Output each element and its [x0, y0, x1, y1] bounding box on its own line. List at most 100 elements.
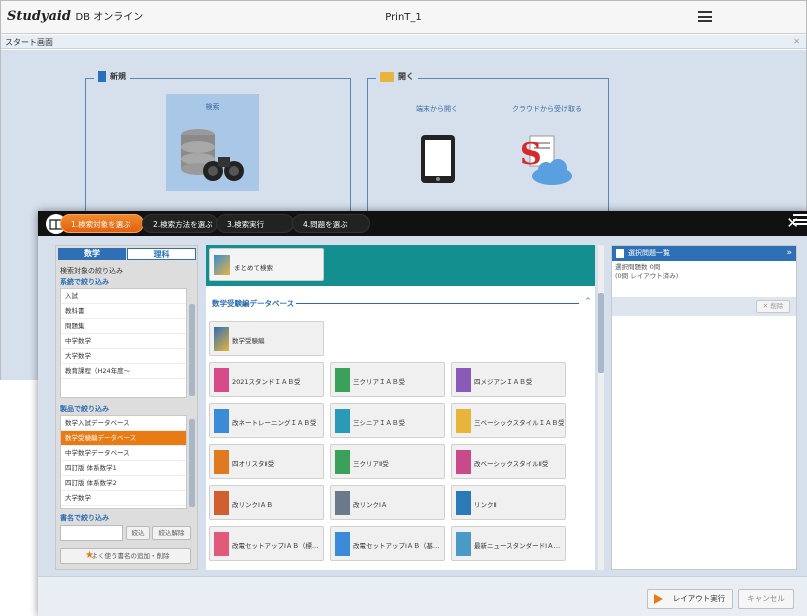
book-item[interactable]: 改リンクⅠＡ [330, 485, 445, 520]
bookmark-button[interactable]: ★ よく使う書名の追加・削除 [60, 548, 191, 564]
step-select-target[interactable]: 1.検索対象を選ぶ [60, 214, 144, 233]
book-cover-icon [335, 532, 350, 556]
tab-science[interactable]: 理科 [127, 248, 196, 260]
book-item[interactable]: 2021スタンドＩＡＢ受 [209, 362, 324, 397]
book-label: 三シニアＩＡＢ受 [353, 419, 405, 427]
book-item[interactable]: 改リンクⅠＡＢ [209, 485, 324, 520]
book-name-input[interactable] [60, 525, 123, 541]
book-item[interactable]: 改ネートレーニングＩＡＢ受 [209, 403, 324, 438]
search-wizard-window: 1.検索対象を選ぶ 2.検索方法を選ぶ 3.検索実行 4.問題を選ぶ ✕ 数学 … [38, 211, 807, 616]
collapse-icon[interactable]: ^ [585, 297, 591, 305]
selected-count: 選択問題数 0問 (0問 レイアウト済み) [615, 263, 679, 280]
book-cover-icon [456, 368, 471, 392]
list-item[interactable]: 中学数学データベース [61, 446, 186, 461]
batch-search-button[interactable]: まとめて検索 [209, 248, 324, 281]
list-item[interactable]: 大学数学 [61, 349, 186, 364]
close-icon[interactable]: ✕ [793, 37, 800, 46]
expand-icon[interactable]: » [786, 246, 792, 261]
start-screen-bar: スタート画面 ✕ [1, 35, 806, 49]
book-scrollbar[interactable] [598, 245, 604, 570]
list-item[interactable]: 大学数学 [61, 491, 186, 506]
book-item[interactable]: リンクⅡ [451, 485, 566, 520]
list-item[interactable]: 教科書 [61, 304, 186, 319]
book-cover-icon [456, 409, 471, 433]
star-icon: ★ [85, 550, 94, 561]
product-filter-title: 製品で絞り込み [60, 405, 109, 413]
book-label: 三クリアⅡ受 [353, 460, 389, 468]
narrow-button[interactable]: 絞込 [126, 526, 150, 540]
search-label: 検索 [205, 103, 220, 111]
delete-button[interactable]: ✕ 削除 [756, 300, 790, 313]
list-item[interactable]: 入試 [61, 289, 186, 304]
cancel-button[interactable]: キャンセル [738, 589, 794, 609]
book-cover-icon [335, 450, 350, 474]
section-divider [296, 303, 579, 304]
book-item[interactable]: 改電セットアップⅠＡＢ（標… [209, 526, 324, 561]
list-item[interactable]: 四訂版 体系数学2 [61, 476, 186, 491]
book-item[interactable]: 三ベーシックスタイルＩＡＢ受 [451, 403, 566, 438]
book-cover-icon [456, 491, 471, 515]
cloud-receive-label[interactable]: クラウドから受け取る [512, 104, 582, 114]
cloud-download-icon[interactable]: S [518, 134, 574, 186]
step-select-problems[interactable]: 4.問題を選ぶ [292, 214, 370, 233]
open-local-label[interactable]: 端末から開く [416, 104, 458, 114]
step-run-search[interactable]: 3.検索実行 [216, 214, 294, 233]
book-cover-icon [456, 450, 471, 474]
book-item[interactable]: 四オリスタⅡ受 [209, 444, 324, 479]
book-label: 改電セットアップⅠＡＢ（標… [232, 542, 319, 550]
book-cover-icon [335, 409, 350, 433]
tablet-icon[interactable] [420, 134, 456, 184]
layout-run-button[interactable]: レイアウト実行 [647, 589, 733, 609]
batch-search-icon [214, 255, 230, 275]
book-label: 四オリスタⅡ受 [232, 460, 275, 468]
menu-icon[interactable] [698, 11, 712, 22]
book-item[interactable]: 最新ニュースタンダードⅠＡ… [451, 526, 566, 561]
list-item-selected[interactable]: 数学受験編データベース [61, 431, 186, 446]
book-item[interactable]: 三クリアＩＡＢ受 [330, 362, 445, 397]
filter-title: 検索対象の絞り込み [60, 267, 123, 275]
book-label: 改電セットアップⅠＡＢ（基… [353, 542, 440, 550]
selected-problems-panel: 選択問題一覧 » 選択問題数 0問 (0問 レイアウト済み) ✕ 削除 [611, 245, 797, 570]
book-item[interactable]: 改ベーシックスタイルⅡ受 [451, 444, 566, 479]
book-label: 改リンクⅠＡ [353, 501, 388, 509]
menu-icon[interactable] [793, 214, 807, 225]
list-item[interactable]: 中学数学 [61, 334, 186, 349]
start-screen-title: スタート画面 [5, 38, 53, 47]
filter-panel: 数学 理科 検索対象の絞り込み 系統で絞り込み 入試 教科書 問題集 中学数学 … [55, 245, 198, 570]
selected-problems-header: 選択問題一覧 » [612, 246, 796, 261]
step-select-method[interactable]: 2.検索方法を選ぶ [142, 214, 218, 233]
list-item[interactable]: 教育課程（H24年度〜 [61, 364, 186, 379]
book-item[interactable]: 数学受験編 [209, 321, 324, 356]
svg-text:S: S [520, 137, 542, 172]
open-panel-title: 開く [376, 71, 418, 82]
list-item[interactable]: 四訂版 体系数学1 [61, 461, 186, 476]
product-scrollbar[interactable] [189, 419, 195, 507]
tab-math[interactable]: 数学 [58, 248, 126, 260]
arrow-right-icon [654, 594, 663, 604]
search-tile[interactable]: 検索 [166, 94, 259, 191]
wizard-footer: レイアウト実行 キャンセル [38, 576, 807, 616]
clear-filter-button[interactable]: 絞込解除 [152, 526, 191, 540]
book-label: 三ベーシックスタイルＩＡＢ受 [474, 419, 564, 427]
book-item[interactable]: 改電セットアップⅠＡＢ（基… [330, 526, 445, 561]
system-scrollbar[interactable] [189, 304, 195, 396]
book-cover-icon [335, 491, 350, 515]
book-cover-icon [456, 532, 471, 556]
selected-toolbar: ✕ 削除 [612, 297, 796, 316]
book-item[interactable]: 三シニアＩＡＢ受 [330, 403, 445, 438]
section-title: 数学受験編データベース [212, 299, 295, 308]
list-item[interactable]: 問題集 [61, 319, 186, 334]
list-icon [616, 249, 624, 258]
folder-icon [380, 71, 394, 82]
book-label: 改リンクⅠＡＢ [232, 501, 273, 509]
book-label: 改ベーシックスタイルⅡ受 [474, 460, 549, 468]
book-label: 改ネートレーニングＩＡＢ受 [232, 419, 317, 427]
book-item[interactable]: 三クリアⅡ受 [330, 444, 445, 479]
book-label: 四メジアンＩＡＢ受 [474, 378, 533, 386]
book-cover-icon [335, 368, 350, 392]
system-filter-title: 系統で絞り込み [60, 278, 109, 286]
book-item[interactable]: 四メジアンＩＡＢ受 [451, 362, 566, 397]
wizard-body: 数学 理科 検索対象の絞り込み 系統で絞り込み 入試 教科書 問題集 中学数学 … [38, 236, 807, 616]
list-item[interactable]: 数学入試データベース [61, 416, 186, 431]
book-select-panel: まとめて検索 数学受験編データベース ^ 数学受験編 2021スタンドＩＡＢ受三… [206, 245, 595, 570]
